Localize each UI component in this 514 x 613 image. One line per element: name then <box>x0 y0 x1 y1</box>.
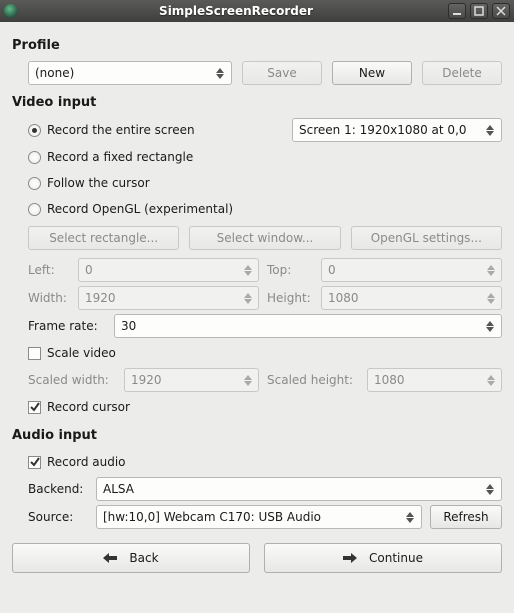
left-input <box>78 258 259 282</box>
record-cursor-checkbox[interactable]: Record cursor <box>28 396 130 418</box>
select-rectangle-button: Select rectangle... <box>28 226 179 250</box>
radio-opengl-label: Record OpenGL (experimental) <box>47 202 233 216</box>
radio-rect-label: Record a fixed rectangle <box>47 150 193 164</box>
width-label: Width: <box>28 291 70 305</box>
backend-label: Backend: <box>28 482 88 496</box>
radio-icon <box>28 124 41 137</box>
radio-follow-cursor[interactable]: Follow the cursor <box>28 172 150 194</box>
window-buttons <box>448 3 510 19</box>
profile-select-value: (none) <box>35 66 74 80</box>
screen-select-value: Screen 1: 1920x1080 at 0,0 <box>299 123 467 137</box>
source-value: [hw:10,0] Webcam C170: USB Audio <box>103 510 321 524</box>
updown-icon <box>213 68 227 79</box>
backend-value: ALSA <box>103 482 134 496</box>
minimize-icon <box>452 6 462 16</box>
window-title: SimpleScreenRecorder <box>24 4 448 18</box>
refresh-button[interactable]: Refresh <box>430 505 502 529</box>
radio-fixed-rect[interactable]: Record a fixed rectangle <box>28 146 193 168</box>
spin-icon <box>484 375 497 386</box>
spin-icon[interactable] <box>484 321 498 332</box>
maximize-button[interactable] <box>470 3 488 19</box>
checkbox-icon <box>28 456 41 469</box>
framerate-value[interactable] <box>121 319 484 333</box>
framerate-input[interactable] <box>114 314 502 338</box>
spin-icon <box>241 293 254 304</box>
back-label: Back <box>129 551 158 565</box>
backend-select[interactable]: ALSA <box>96 477 502 501</box>
source-label: Source: <box>28 510 88 524</box>
video-section: Record the entire screen Screen 1: 1920x… <box>12 118 502 418</box>
radio-cursor-label: Follow the cursor <box>47 176 150 190</box>
scaled-width-label: Scaled width: <box>28 373 116 387</box>
audio-heading: Audio input <box>12 428 502 443</box>
minimize-button[interactable] <box>448 3 466 19</box>
video-heading: Video input <box>12 95 502 110</box>
source-select[interactable]: [hw:10,0] Webcam C170: USB Audio <box>96 505 422 529</box>
checkbox-icon <box>28 347 41 360</box>
footer: Back Continue <box>12 543 502 573</box>
audio-section: Record audio Backend: ALSA Source: [hw:1… <box>12 451 502 529</box>
back-button[interactable]: Back <box>12 543 250 573</box>
scaled-width-input <box>124 368 259 392</box>
scaled-height-label: Scaled height: <box>267 373 359 387</box>
checkbox-icon <box>28 401 41 414</box>
new-button[interactable]: New <box>332 61 412 85</box>
framerate-label: Frame rate: <box>28 319 106 333</box>
scaled-height-value <box>374 373 484 387</box>
profile-heading: Profile <box>12 38 502 53</box>
opengl-settings-button: OpenGL settings... <box>351 226 502 250</box>
updown-icon <box>403 512 417 523</box>
radio-entire-label: Record the entire screen <box>47 123 195 137</box>
updown-icon <box>483 484 497 495</box>
close-icon <box>496 6 506 16</box>
titlebar: SimpleScreenRecorder <box>0 0 514 22</box>
scale-video-label: Scale video <box>47 346 116 360</box>
select-window-button: Select window... <box>189 226 340 250</box>
arrow-right-icon <box>343 553 357 563</box>
spin-icon <box>241 265 254 276</box>
continue-label: Continue <box>369 551 423 565</box>
continue-button[interactable]: Continue <box>264 543 502 573</box>
record-audio-label: Record audio <box>47 455 126 469</box>
app-icon <box>4 4 18 18</box>
save-button: Save <box>242 61 322 85</box>
left-value <box>85 263 241 277</box>
scaled-height-input <box>367 368 502 392</box>
record-cursor-label: Record cursor <box>47 400 130 414</box>
width-input <box>78 286 259 310</box>
maximize-icon <box>474 6 484 16</box>
radio-icon <box>28 177 41 190</box>
width-value <box>85 291 241 305</box>
radio-opengl[interactable]: Record OpenGL (experimental) <box>28 198 233 220</box>
height-label: Height: <box>267 291 313 305</box>
profile-row: (none) Save New Delete <box>12 61 502 85</box>
height-value <box>328 291 484 305</box>
record-audio-checkbox[interactable]: Record audio <box>28 451 126 473</box>
top-value <box>328 263 484 277</box>
height-input <box>321 286 502 310</box>
radio-entire-screen[interactable]: Record the entire screen <box>28 119 195 141</box>
top-label: Top: <box>267 263 313 277</box>
content: Profile (none) Save New Delete Video inp… <box>0 22 514 585</box>
spin-icon <box>241 375 254 386</box>
spin-icon <box>484 293 497 304</box>
radio-icon <box>28 203 41 216</box>
close-button[interactable] <box>492 3 510 19</box>
scale-video-checkbox[interactable]: Scale video <box>28 342 116 364</box>
delete-button: Delete <box>422 61 502 85</box>
arrow-left-icon <box>103 553 117 563</box>
top-input <box>321 258 502 282</box>
updown-icon <box>483 125 497 136</box>
spin-icon <box>484 265 497 276</box>
screen-select[interactable]: Screen 1: 1920x1080 at 0,0 <box>292 118 502 142</box>
scaled-width-value <box>131 373 241 387</box>
left-label: Left: <box>28 263 70 277</box>
profile-select[interactable]: (none) <box>28 61 232 85</box>
radio-icon <box>28 151 41 164</box>
